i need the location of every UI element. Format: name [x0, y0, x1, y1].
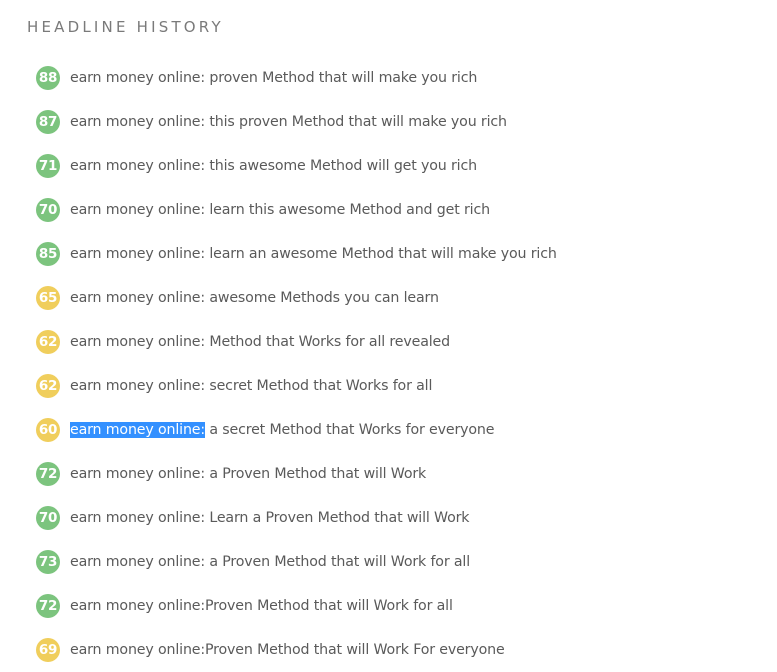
headline-text: earn money online: a Proven Method that …: [70, 466, 427, 482]
score-badge: 60: [36, 418, 60, 442]
text-selection[interactable]: earn money online:: [70, 422, 205, 438]
score-badge: 73: [36, 550, 60, 574]
score-badge: 70: [36, 198, 60, 222]
headline-text: earn money online: this proven Method th…: [70, 114, 507, 130]
score-badge: 71: [36, 154, 60, 178]
score-badge: 62: [36, 374, 60, 398]
headline-text: earn money online: Learn a Proven Method…: [70, 510, 470, 526]
headline-item-selected[interactable]: 60 earn money online: a secret Method th…: [36, 408, 557, 452]
headline-item[interactable]: 70 earn money online: Learn a Proven Met…: [36, 496, 557, 540]
headline-text[interactable]: earn money online: a secret Method that …: [70, 420, 494, 440]
headline-history-panel: HEADLINE HISTORY 88 earn money online: p…: [0, 0, 777, 663]
headline-text: earn money online:Proven Method that wil…: [70, 642, 505, 658]
headline-item[interactable]: 62 earn money online: Method that Works …: [36, 320, 557, 364]
headline-history-list: 88 earn money online: proven Method that…: [36, 56, 557, 672]
headline-item[interactable]: 73 earn money online: a Proven Method th…: [36, 540, 557, 584]
score-badge: 87: [36, 110, 60, 134]
headline-text: earn money online: learn this awesome Me…: [70, 202, 490, 218]
headline-item[interactable]: 62 earn money online: secret Method that…: [36, 364, 557, 408]
headline-item[interactable]: 72 earn money online:Proven Method that …: [36, 584, 557, 628]
score-badge: 88: [36, 66, 60, 90]
headline-item[interactable]: 85 earn money online: learn an awesome M…: [36, 232, 557, 276]
headline-text: earn money online: proven Method that wi…: [70, 70, 478, 86]
headline-item[interactable]: 71 earn money online: this awesome Metho…: [36, 144, 557, 188]
score-badge: 72: [36, 462, 60, 486]
headline-item[interactable]: 70 earn money online: learn this awesome…: [36, 188, 557, 232]
headline-text: earn money online: awesome Methods you c…: [70, 290, 439, 306]
score-badge: 62: [36, 330, 60, 354]
score-badge: 65: [36, 286, 60, 310]
headline-text: earn money online:Proven Method that wil…: [70, 598, 453, 614]
headline-text: earn money online: this awesome Method w…: [70, 158, 477, 174]
headline-text: earn money online: learn an awesome Meth…: [70, 246, 557, 262]
score-badge: 69: [36, 638, 60, 662]
headline-item[interactable]: 72 earn money online: a Proven Method th…: [36, 452, 557, 496]
score-badge: 85: [36, 242, 60, 266]
section-title: HEADLINE HISTORY: [27, 18, 224, 36]
headline-text: earn money online: a Proven Method that …: [70, 554, 470, 570]
headline-item[interactable]: 65 earn money online: awesome Methods yo…: [36, 276, 557, 320]
headline-item[interactable]: 87 earn money online: this proven Method…: [36, 100, 557, 144]
headline-item[interactable]: 88 earn money online: proven Method that…: [36, 56, 557, 100]
headline-item[interactable]: 69 earn money online:Proven Method that …: [36, 628, 557, 672]
score-badge: 70: [36, 506, 60, 530]
headline-text: earn money online: Method that Works for…: [70, 334, 450, 350]
headline-text: earn money online: secret Method that Wo…: [70, 378, 433, 394]
headline-text-rest: a secret Method that Works for everyone: [205, 422, 495, 438]
score-badge: 72: [36, 594, 60, 618]
